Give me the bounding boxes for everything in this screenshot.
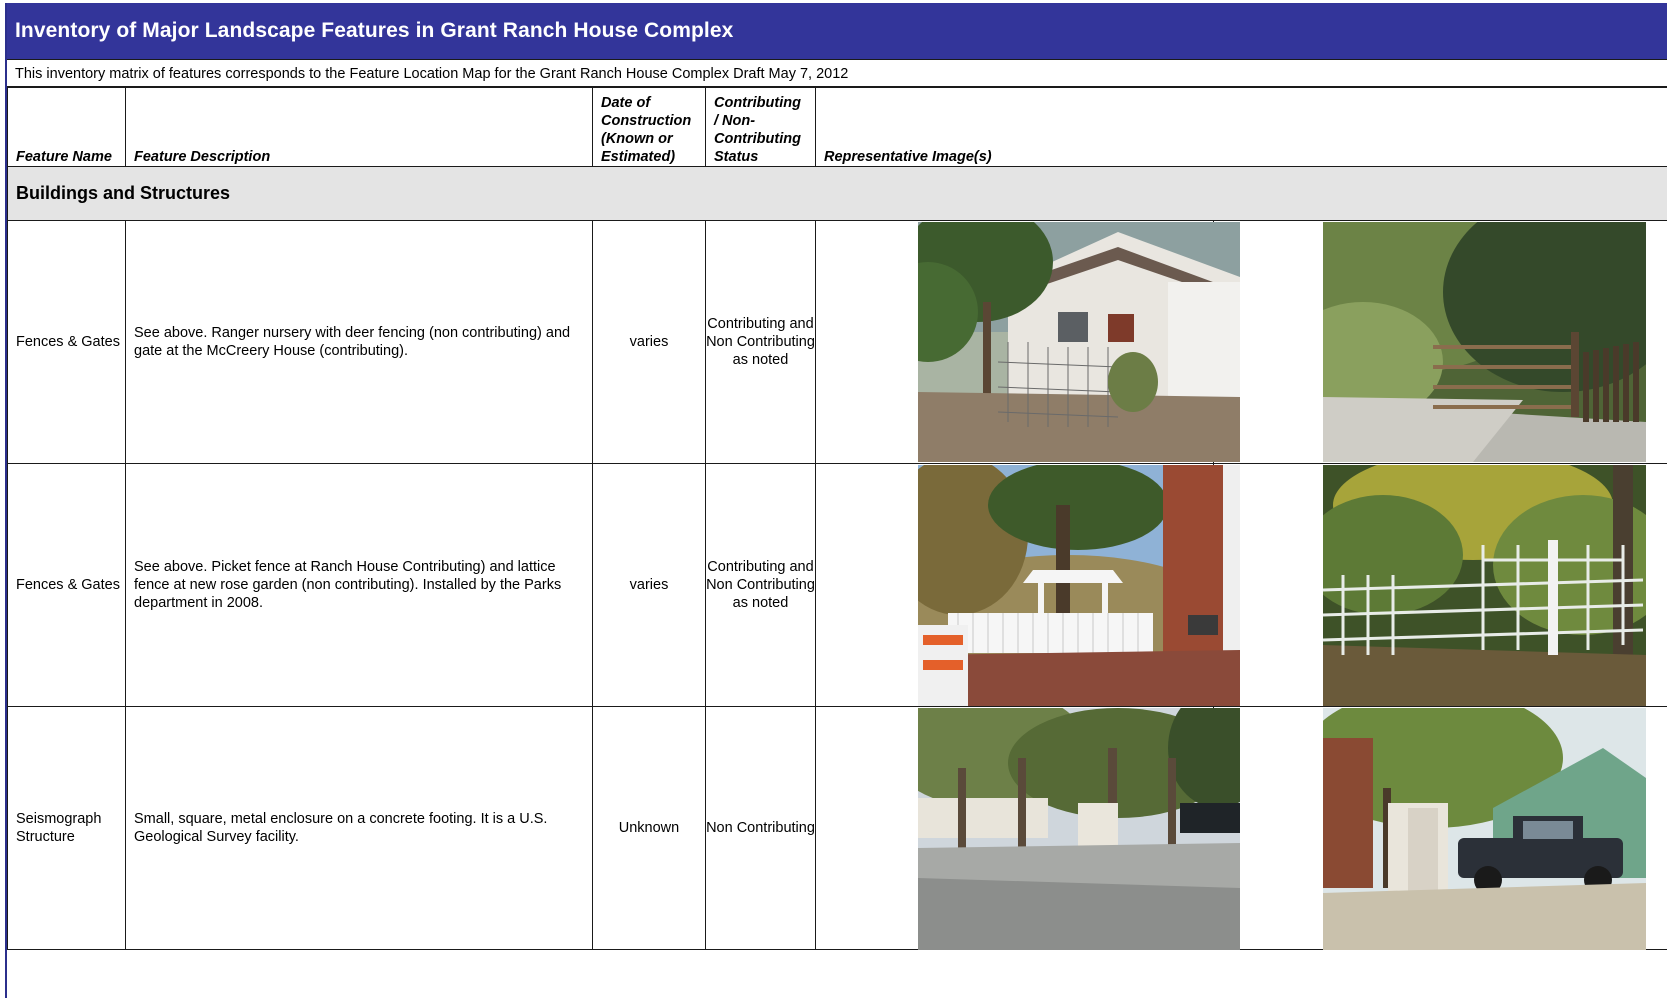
feature-name-cell: Fences & Gates [7, 220, 126, 464]
wooden-ranch-gate-photo [1323, 222, 1646, 462]
seismograph-enclosure-photo [918, 708, 1240, 950]
header-date-of-construction: Date of Construction (Known or Estimated… [592, 87, 706, 167]
house-with-deer-fence-photo [918, 222, 1240, 462]
status-cell: Contributing and Non Contributing as not… [705, 220, 816, 464]
document-title: Inventory of Major Landscape Features in… [15, 19, 734, 42]
header-feature-description: Feature Description [125, 87, 593, 167]
title-bar: Inventory of Major Landscape Features in… [7, 3, 1667, 59]
header-representative-images: Representative Image(s) [815, 87, 1667, 167]
inventory-sheet: Inventory of Major Landscape Features in… [5, 3, 1667, 998]
feature-description-cell: See above. Picket fence at Ranch House C… [125, 463, 593, 707]
status-cell: Non Contributing [705, 706, 816, 950]
date-cell: varies [592, 463, 706, 707]
lattice-fence-photo [1323, 465, 1646, 706]
header-feature-name: Feature Name [7, 87, 126, 167]
header-row: Feature Name Feature Description Date of… [7, 87, 1667, 167]
status-cell: Contributing and Non Contributing as not… [705, 463, 816, 707]
feature-name-cell: Seismograph Structure [7, 706, 126, 950]
date-cell: Unknown [592, 706, 706, 950]
feature-name-cell: Fences & Gates [7, 463, 126, 707]
header-status: Contributing / Non-Contributing Status [705, 87, 816, 167]
feature-description-cell: See above. Ranger nursery with deer fenc… [125, 220, 593, 464]
feature-description-cell: Small, square, metal enclosure on a conc… [125, 706, 593, 950]
enclosure-with-truck-photo [1323, 708, 1646, 950]
date-cell: varies [592, 220, 706, 464]
subtitle-row: This inventory matrix of features corres… [7, 59, 1667, 87]
document-subtitle: This inventory matrix of features corres… [15, 66, 849, 82]
picket-fence-arbor-photo [918, 465, 1240, 706]
section-title: Buildings and Structures [7, 166, 1667, 221]
section-row: Buildings and Structures [7, 166, 1667, 221]
